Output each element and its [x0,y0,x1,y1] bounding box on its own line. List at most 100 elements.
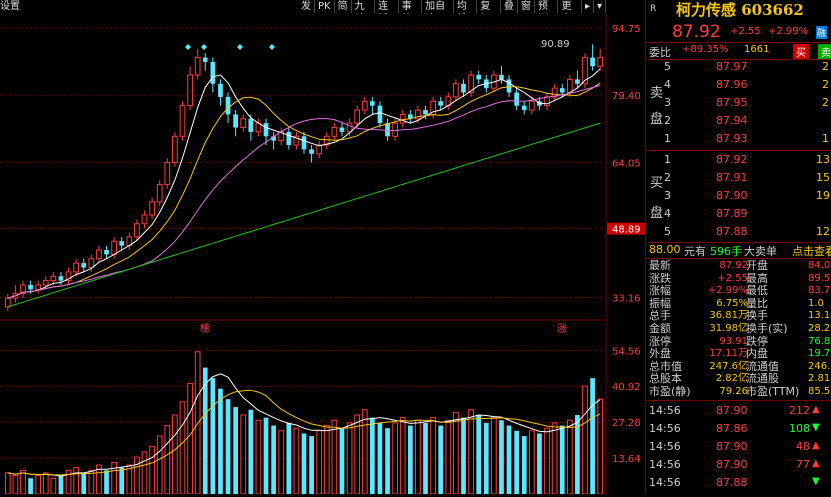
stat-value2-0: 84.0 [808,260,831,271]
tick-vol-1: 108 [789,422,810,435]
stat-value2-6: 76.8 [808,335,831,347]
toolbar-button-8[interactable]: 复权 [477,0,501,25]
buy-price-2: 87.91 [716,171,748,184]
volume-bar-4 [35,475,42,495]
candle-21 [164,162,171,185]
price-axis-label-2: 64.05 [612,158,641,169]
candle-40 [309,149,314,154]
buy-button[interactable]: 买 [793,44,809,59]
stat-value-9: 2.82亿 [715,373,748,385]
candle-39 [301,136,307,150]
settings-label[interactable]: 设置 [0,0,20,13]
bigorder-link[interactable]: 点击查看 [792,243,831,259]
candle-45 [346,122,353,133]
candle-47 [361,100,368,111]
up-arrow-icon: ▲ [812,404,820,415]
stat-label-5: 金额 [649,322,671,335]
price-change: +2.55 [730,26,761,37]
stat-value2-1: 89.5 [808,272,831,284]
sell-level-3: 3 [664,96,671,109]
kline-chart-area[interactable]: 94.75 79.40 64.05 48.89 33.16 54.56 40.92 27.28… [0,14,645,495]
candle-66 [506,79,512,93]
candle-69 [528,100,535,111]
stat-value-8: 247.6亿 [709,360,748,372]
buy-price-3: 87.90 [716,189,748,202]
volume-bar-55 [423,422,428,494]
webi-value: +89.35% [682,44,729,55]
volume-bar-68 [521,436,527,494]
volume-bar-38 [293,427,300,495]
stat-value2-3: 1.0 [808,297,824,309]
volume-bar-9 [73,467,80,495]
volume-bar-77 [590,378,595,494]
candle-78 [597,57,604,67]
toolbar-play-icon[interactable]: ▸ [582,0,594,13]
ticks-divider [646,400,831,401]
toolbar-button-0[interactable]: 发 [298,0,315,13]
volume-bar-30 [233,407,238,494]
candle-20 [156,183,163,203]
webi-label: 委比 [649,46,671,59]
toolbar-button-3[interactable]: 九转 [352,0,376,25]
toolbar-button-7[interactable]: 均线 [454,0,478,25]
sell-button[interactable]: 卖 [818,44,831,59]
stat-value2-5: 28.22 [808,323,831,334]
volume-bar-61 [468,409,474,495]
stat-value2-7: 19.70万 [808,348,831,360]
webi-number: 1661 [744,44,770,55]
stat-value-1: +2.55 [717,272,748,284]
candle-67 [514,92,520,106]
tick-time-2: 14:56 [649,440,681,453]
volume-bar-49 [377,422,383,494]
toolbar-button-10[interactable]: 窗 [518,0,535,13]
volume-bar-32 [248,409,254,494]
candle-4 [35,284,42,290]
candle-0 [4,297,11,308]
toolbar-button-1[interactable]: PK [315,0,335,13]
stat-label-3: 振幅 [649,296,671,310]
candle-55 [423,110,428,115]
stat-label-10: 市盈(静) [649,385,691,398]
stat-value-10: 79.26 [719,386,748,397]
stat-value2-9: 2.81 [808,373,831,385]
volume-bar-23 [179,401,186,495]
volume-bar-35 [271,425,276,494]
toolbar-button-6[interactable]: 加自选 [422,0,454,25]
sell-level-4: 4 [664,78,671,91]
volume-bar-27 [210,378,216,494]
candle-27 [210,61,216,84]
candle-22 [172,135,178,164]
volume-bar-6 [50,477,57,495]
toolbar-button-12[interactable]: 更多 [558,0,582,25]
volume-bar-22 [172,414,178,495]
webi-row: 委比 +89.35% 1661 买 卖 [646,42,831,60]
down-arrow-icon: ▼ [812,476,820,487]
toolbar-dropdown-icon[interactable]: ▾ [594,0,607,13]
candle-57 [438,101,444,106]
volume-bar-17 [134,456,140,495]
volume-bar-76 [582,385,588,495]
toolbar-button-11[interactable]: 预测 [535,0,559,25]
sell-vol-1: 1 [822,132,829,145]
volume-bar-29 [225,399,231,494]
stat-label-8: 总市值 [649,359,682,373]
volume-bar-74 [566,419,573,495]
toolbar-button-2[interactable]: 简 [335,0,352,13]
buy-level-3: 3 [664,189,671,202]
volume-bar-70 [537,433,542,494]
volume-bar-62 [476,415,482,494]
candle-26 [202,57,208,62]
volume-bar-33 [255,419,262,495]
kline-chart[interactable]: 94.75 79.40 64.05 48.89 33.16 54.56 40.92 27.28… [0,14,645,495]
volume-bar-47 [361,409,368,495]
price-pct: +2.99% [768,26,809,37]
sell-side-label-1: 卖 [650,86,664,101]
candle-9 [73,262,80,273]
margin-badge: 融 [816,26,828,39]
toolbar-button-9[interactable]: 叠 [501,0,518,13]
candle-34 [263,123,269,137]
toolbar-button-5[interactable]: 事件 [399,0,423,25]
volume-bar-2 [20,469,26,495]
volume-bar-59 [453,411,459,495]
toolbar-button-4[interactable]: 连板 [375,0,399,25]
